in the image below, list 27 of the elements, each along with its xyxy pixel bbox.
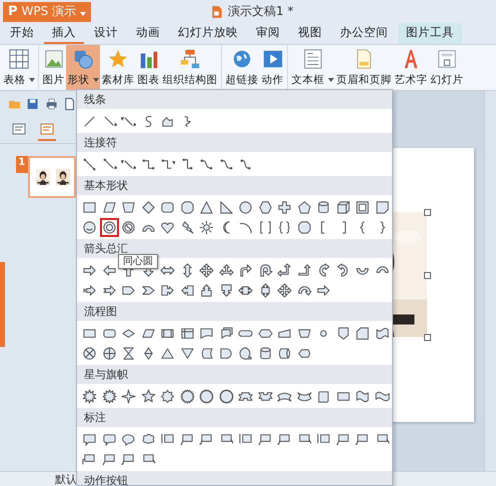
tooltip: 同心圆 bbox=[118, 254, 158, 269]
section-header: 基本形状 bbox=[77, 176, 392, 195]
window-title: 演示文稿1 * bbox=[228, 3, 294, 20]
ribbon-tab[interactable]: 设计 bbox=[86, 23, 126, 44]
section-header: 流程图 bbox=[77, 302, 392, 321]
toolbar-button[interactable]: 动作 bbox=[260, 45, 285, 90]
toolbar-button[interactable]: 形状 bbox=[66, 45, 100, 90]
toolbar-button[interactable]: 幻灯片 bbox=[429, 45, 465, 90]
toolbar-button[interactable]: 图表 bbox=[136, 45, 161, 90]
ribbon-tab[interactable]: 视图 bbox=[290, 23, 330, 44]
toolbar-button[interactable]: 表格 bbox=[2, 45, 36, 90]
section-header: 线条 bbox=[77, 90, 392, 109]
status-text: 默认 bbox=[55, 472, 77, 486]
slide-number: 1 bbox=[16, 156, 28, 173]
toolbar-button[interactable]: 图片 bbox=[41, 45, 66, 90]
toolbar-button[interactable]: 艺术字 bbox=[393, 45, 429, 90]
section-header: 星与旗帜 bbox=[77, 365, 392, 384]
ribbon-tab[interactable]: 动画 bbox=[128, 23, 168, 44]
ribbon-tab[interactable]: 审阅 bbox=[248, 23, 288, 44]
ribbon-tab[interactable]: 幻灯片放映 bbox=[170, 23, 246, 44]
ribbon-tab[interactable]: 办公空间 bbox=[332, 23, 396, 44]
section-header: 连接符 bbox=[77, 133, 392, 152]
ribbon-tab[interactable]: 开始 bbox=[2, 23, 42, 44]
toolbar-button[interactable]: 组织结构图 bbox=[161, 45, 219, 90]
toolbar-button[interactable]: 素材库 bbox=[100, 45, 136, 90]
section-header: 标注 bbox=[77, 408, 392, 427]
ribbon-tab[interactable]: 图片工具 bbox=[398, 23, 462, 44]
